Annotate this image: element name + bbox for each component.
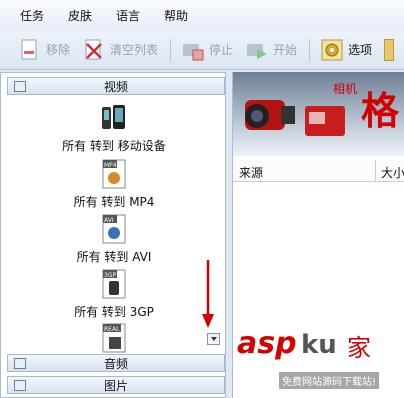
watermark: asp ku 家 免费网站源码下载站! <box>233 322 404 398</box>
file-list-panel: 相机 格 来源 大小 asp ku 家 免费网站源码下载站! <box>232 72 404 398</box>
red-arrow-annotation <box>202 260 214 328</box>
menu-help[interactable]: 帮助 <box>164 7 188 24</box>
stop-button[interactable]: 停止 <box>181 35 233 65</box>
audio-group-header[interactable]: 音频 <box>7 354 225 372</box>
svg-text:3GP: 3GP <box>104 272 116 279</box>
banner-small-text: 相机 <box>333 82 358 96</box>
menu-task[interactable]: 任务 <box>20 7 44 24</box>
options-button[interactable]: 选项 <box>320 35 372 65</box>
column-separator <box>375 160 376 182</box>
convert-to-mp4-item[interactable]: MP4 所有 转到 MP4 <box>7 159 221 210</box>
mp4-file-icon: MP4 <box>101 159 127 189</box>
toolbar-separator <box>309 38 311 61</box>
column-size[interactable]: 大小 <box>381 164 404 181</box>
watermark-tagline: 免费网站源码下载站! <box>279 372 380 389</box>
camera-image <box>305 106 345 136</box>
svg-text:REAL: REAL <box>104 326 120 333</box>
video-group-header[interactable]: 视频 <box>7 77 225 95</box>
toolbar-separator <box>170 38 172 61</box>
watermark-logo-c: 家 <box>347 334 371 362</box>
options-icon <box>320 38 344 62</box>
image-group-icon <box>14 380 26 391</box>
conversion-panel: 视频 所有 转到 移动设备 MP4 所有 转到 MP4 AVI 所有 转到 AV… <box>0 72 226 398</box>
svg-text:AVI: AVI <box>104 217 114 224</box>
3gp-file-icon: 3GP <box>101 269 127 299</box>
convert-to-mobile-item[interactable]: 所有 转到 移动设备 <box>7 103 221 154</box>
menu-skin[interactable]: 皮肤 <box>68 7 92 24</box>
remove-button[interactable]: 移除 <box>18 35 70 65</box>
clear-icon <box>82 38 106 62</box>
banner-big-text: 格 <box>361 89 400 133</box>
start-button[interactable]: 开始 <box>245 35 297 65</box>
menu-bar: 任务 皮肤 语言 帮助 <box>0 0 404 30</box>
convert-to-real-item[interactable]: REAL <box>7 323 221 357</box>
remove-icon <box>18 38 42 62</box>
file-list-header: 来源 大小 <box>233 160 404 182</box>
convert-to-avi-item[interactable]: AVI 所有 转到 AVI <box>7 214 221 265</box>
menu-language[interactable]: 语言 <box>116 7 140 24</box>
watermark-logo-b: ku <box>301 330 337 360</box>
folder-icon[interactable] <box>384 38 395 61</box>
image-group-header[interactable]: 图片 <box>7 376 225 394</box>
avi-file-icon: AVI <box>101 214 127 244</box>
stop-icon <box>181 38 205 62</box>
camcorder-image <box>245 100 295 130</box>
scroll-down-button[interactable] <box>207 333 220 345</box>
convert-to-3gp-item[interactable]: 3GP 所有 转到 3GP <box>7 269 221 320</box>
banner: 相机 格 <box>233 72 404 156</box>
svg-text:MP4: MP4 <box>104 162 117 169</box>
video-group-icon <box>14 81 26 92</box>
audio-group-icon <box>14 358 26 369</box>
clear-list-button[interactable]: 清空列表 <box>82 35 158 65</box>
real-file-icon: REAL <box>101 323 127 353</box>
start-icon <box>245 38 269 62</box>
column-source[interactable]: 来源 <box>239 164 263 181</box>
toolbar: 移除 清空列表 停止 开始 选项 <box>0 30 404 70</box>
mobile-devices-icon <box>101 103 127 133</box>
watermark-logo-a: asp <box>237 326 297 361</box>
